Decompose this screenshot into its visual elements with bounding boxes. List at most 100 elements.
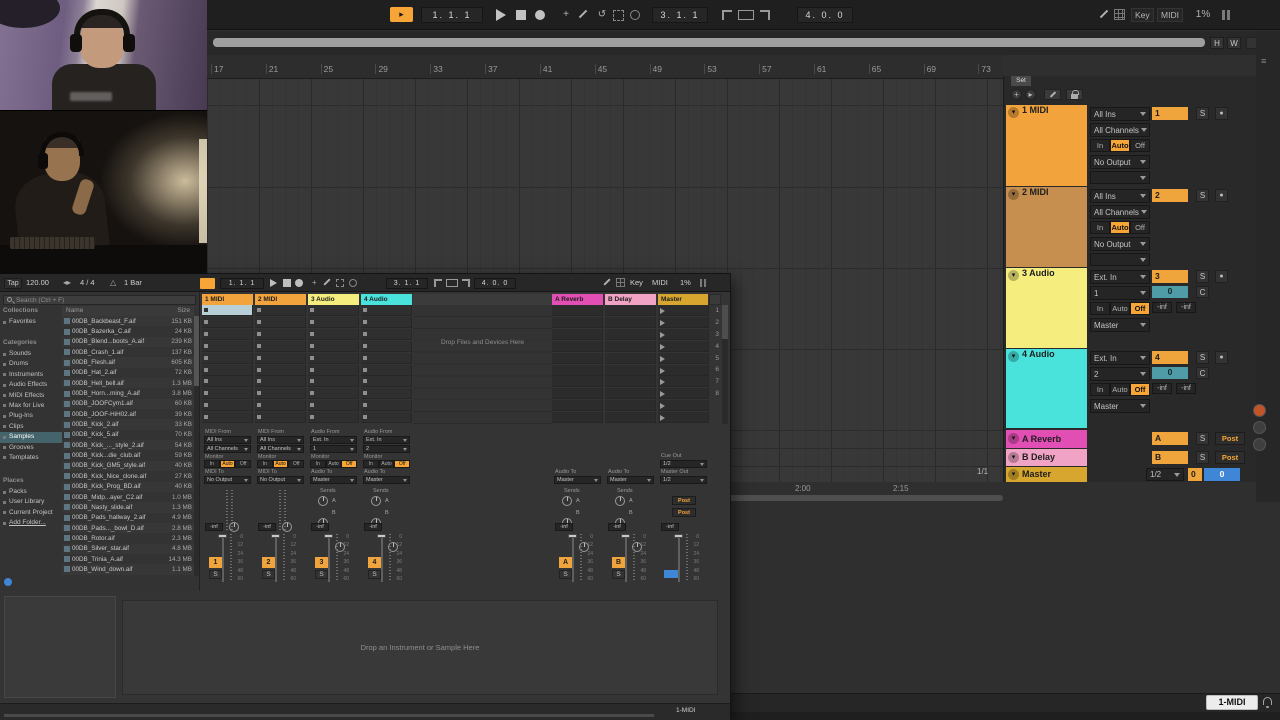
midi-map-button[interactable]: MIDI bbox=[1157, 8, 1183, 22]
volume-display[interactable]: -inf bbox=[661, 523, 679, 531]
unfold-icon[interactable]: ▾ bbox=[1008, 189, 1019, 200]
pan-display[interactable]: C bbox=[1196, 367, 1209, 379]
device-chain-panel[interactable] bbox=[4, 596, 116, 698]
fader-handle[interactable] bbox=[218, 534, 227, 538]
return-letter[interactable]: B bbox=[612, 557, 625, 568]
volume-display[interactable]: -inf bbox=[311, 523, 329, 531]
clip-slot[interactable] bbox=[308, 341, 359, 352]
file-row[interactable]: 00DB_Pads_hallway_2.aif4.9 MB bbox=[62, 513, 194, 523]
stop-button[interactable] bbox=[516, 10, 526, 20]
selection-box-icon[interactable] bbox=[613, 10, 624, 21]
sidebar-item[interactable]: Clips bbox=[0, 422, 62, 432]
scene-number[interactable]: 1 bbox=[708, 305, 721, 317]
track-color-tab-1[interactable]: ▾1 MIDI bbox=[1006, 105, 1087, 186]
browser-scrollbar[interactable] bbox=[194, 316, 199, 576]
solo-button[interactable]: S bbox=[1196, 107, 1209, 120]
side-button-2[interactable] bbox=[1253, 421, 1266, 434]
clip-slot[interactable] bbox=[605, 305, 656, 316]
clip-slot[interactable] bbox=[605, 376, 656, 387]
session-scrollbar[interactable] bbox=[722, 305, 728, 424]
volume-display[interactable]: -inf bbox=[1152, 302, 1172, 313]
clip-slot[interactable] bbox=[255, 341, 306, 352]
clip-slot[interactable] bbox=[202, 400, 253, 411]
follow-button[interactable] bbox=[200, 278, 215, 289]
input-channel-chooser[interactable]: All Channels bbox=[1090, 205, 1150, 219]
file-row[interactable]: 00DB_JOOF-HiH02.aif39 KB bbox=[62, 409, 194, 419]
file-row[interactable]: 00DB_Hat_2.aif72 KB bbox=[62, 368, 194, 378]
punch-in-icon[interactable] bbox=[722, 10, 732, 20]
scene-fire-cell[interactable] bbox=[658, 353, 709, 364]
position-display[interactable]: 1. 1. 1 bbox=[220, 278, 264, 289]
loop-length-display[interactable]: 4. 0. 0 bbox=[797, 7, 853, 23]
clip-slot[interactable] bbox=[552, 400, 603, 411]
file-row[interactable]: 00DB_Backbeast_F.aif151 KB bbox=[62, 316, 194, 326]
sidebar-item[interactable]: Audio Effects bbox=[0, 380, 62, 390]
output-type[interactable]: No Output bbox=[257, 476, 304, 484]
file-row[interactable]: 00DB_Rotor.aif2.3 MB bbox=[62, 533, 194, 543]
add-locator-icon[interactable]: + bbox=[1011, 89, 1022, 100]
scene-fire-cell[interactable] bbox=[658, 388, 709, 399]
track-color-tab-2[interactable]: ▾2 MIDI bbox=[1006, 187, 1087, 267]
jump-locator-icon[interactable]: ▸ bbox=[1025, 89, 1036, 100]
clip-slot[interactable] bbox=[202, 353, 253, 364]
output-type[interactable]: No Output bbox=[204, 476, 251, 484]
solo-button[interactable]: S bbox=[315, 570, 328, 579]
lock-chip-icon[interactable] bbox=[1066, 89, 1083, 100]
clip-slot[interactable] bbox=[361, 317, 412, 328]
cue-volume[interactable]: 0 bbox=[1204, 468, 1240, 481]
fader-handle[interactable] bbox=[271, 534, 280, 538]
pan-knob[interactable] bbox=[282, 522, 292, 532]
solo-button[interactable]: S bbox=[1196, 432, 1209, 445]
sidebar-item[interactable]: Drums bbox=[0, 359, 62, 369]
file-row[interactable]: 00DB_Trinia_A.aif14.3 MB bbox=[62, 554, 194, 564]
clip-slot[interactable] bbox=[255, 305, 306, 316]
clip-slot[interactable] bbox=[605, 388, 656, 399]
clip-slot[interactable] bbox=[255, 317, 306, 328]
side-button-3[interactable] bbox=[1253, 438, 1266, 451]
quantize-menu[interactable]: 1 Bar bbox=[124, 277, 150, 288]
solo-button[interactable]: S bbox=[1196, 270, 1209, 283]
clip-slot[interactable] bbox=[361, 341, 412, 352]
pre-post-toggle[interactable]: Post bbox=[1215, 432, 1245, 445]
volume-display[interactable]: -inf bbox=[364, 523, 382, 531]
clip-slot[interactable] bbox=[255, 388, 306, 399]
file-row[interactable]: 00DB_Bazerka_C.aif24 KB bbox=[62, 326, 194, 336]
volume-display[interactable]: -inf bbox=[555, 523, 573, 531]
unfold-icon[interactable]: ▾ bbox=[1008, 351, 1019, 362]
input-channel[interactable]: All Channels bbox=[257, 445, 304, 453]
clip-slot[interactable] bbox=[255, 353, 306, 364]
file-row[interactable]: 00DB_Nasty_slide.aif1.3 MB bbox=[62, 502, 194, 512]
sidebar-item[interactable]: Current Project bbox=[0, 508, 62, 518]
clip-slot[interactable] bbox=[202, 365, 253, 376]
file-row[interactable]: 00DB_Kick_Prog_BD.aif40 KB bbox=[62, 482, 194, 492]
keyboard-map-icon[interactable] bbox=[1114, 9, 1125, 20]
key-map-button[interactable]: Key bbox=[1131, 8, 1154, 22]
keyboard-map-icon[interactable] bbox=[616, 278, 625, 287]
output-type[interactable]: Master bbox=[363, 476, 410, 484]
file-row[interactable]: 00DB_Horn...ming_A.aif3.8 MB bbox=[62, 388, 194, 398]
track-color-tab-4[interactable]: ▾4 Audio bbox=[1006, 349, 1087, 428]
input-channel[interactable]: All Channels bbox=[204, 445, 251, 453]
output-type[interactable]: Master bbox=[607, 476, 654, 484]
clip-slot[interactable] bbox=[255, 412, 306, 423]
clip-slot[interactable] bbox=[361, 353, 412, 364]
clip-slot[interactable] bbox=[255, 365, 306, 376]
pre-post-toggle[interactable]: Post bbox=[1215, 451, 1245, 464]
tempo-display[interactable]: 120.00 bbox=[26, 277, 62, 288]
input-type[interactable]: Ext. In bbox=[363, 436, 410, 444]
clip-slot[interactable] bbox=[361, 305, 412, 316]
solo-button[interactable]: S bbox=[559, 570, 572, 579]
session-return-header-b[interactable]: B Delay bbox=[605, 294, 656, 305]
file-row[interactable]: 00DB_Blend...boots_A.aif239 KB bbox=[62, 337, 194, 347]
solo-button[interactable]: S bbox=[612, 570, 625, 579]
track-number[interactable]: 1 bbox=[209, 557, 222, 568]
input-type-chooser[interactable]: Ext. In bbox=[1090, 270, 1150, 284]
clip-slot[interactable] bbox=[308, 412, 359, 423]
sidebar-item[interactable]: MIDI Effects bbox=[0, 391, 62, 401]
clip-slot[interactable] bbox=[552, 412, 603, 423]
scene-fire-cell[interactable] bbox=[658, 341, 709, 352]
sidebar-item[interactable]: Sounds bbox=[0, 349, 62, 359]
volume-display[interactable]: -inf bbox=[1176, 302, 1196, 313]
loop-start-display[interactable]: 3. 1. 1 bbox=[386, 278, 428, 289]
input-type-chooser[interactable]: Ext. In bbox=[1090, 351, 1150, 365]
